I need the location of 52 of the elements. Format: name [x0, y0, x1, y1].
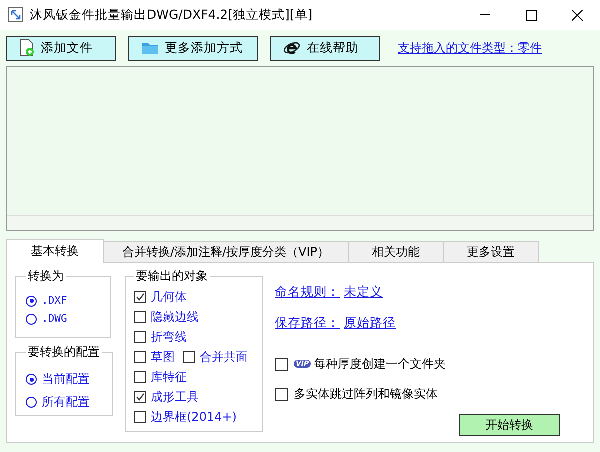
checkbox-label[interactable]: 库特征 [151, 368, 187, 386]
radio-label[interactable]: .DXF [42, 295, 68, 307]
checkbox[interactable] [134, 331, 146, 343]
minimize-icon[interactable] [480, 14, 490, 16]
checkbox-label[interactable]: 合并共面 [200, 348, 248, 366]
maximize-icon[interactable] [526, 10, 536, 20]
checkbox-label[interactable]: 每种厚度创建一个文件夹 [314, 356, 446, 372]
radio-button[interactable] [26, 374, 37, 385]
tab[interactable]: 基本转换 [6, 239, 104, 263]
tab[interactable]: 更多设置 [443, 241, 539, 262]
checkbox-label[interactable]: 几何体 [151, 288, 187, 306]
radio-label[interactable]: 所有配置 [42, 394, 90, 411]
tab[interactable]: 合并转换/添加注释/按厚度分类（VIP） [103, 241, 349, 262]
checkbox-label[interactable]: 多实体跳过阵列和镜像实体 [294, 386, 438, 402]
file-add-icon [19, 39, 35, 57]
save-path-value-link[interactable]: 原始路径 [344, 315, 396, 332]
naming-rule-link[interactable]: 命名规则： [275, 284, 340, 301]
checkbox-label[interactable]: 草图 [151, 348, 175, 366]
radio-button[interactable] [26, 397, 37, 408]
file-types-link[interactable]: 支持拖入的文件类型：零件 [398, 40, 542, 56]
app-icon [8, 7, 24, 23]
radio-label[interactable]: .DWG [42, 313, 68, 325]
radio-label[interactable]: 当前配置 [42, 371, 90, 388]
checkbox[interactable] [183, 351, 195, 363]
checkbox[interactable] [275, 358, 288, 370]
checkbox[interactable] [275, 388, 288, 400]
checkbox[interactable] [134, 291, 146, 303]
close-icon[interactable] [572, 10, 582, 20]
start-button[interactable]: 开始转换 [459, 414, 560, 436]
naming-rule-value-link[interactable]: 未定义 [344, 284, 383, 301]
checkbox-label[interactable]: 隐藏边线 [151, 308, 199, 326]
checkbox[interactable] [134, 411, 146, 423]
help-button[interactable]: 在线帮助 [270, 36, 380, 60]
checkbox[interactable] [134, 311, 146, 323]
group-title: 转换为 [27, 268, 65, 285]
checkbox[interactable] [134, 371, 146, 383]
add-button[interactable]: 添加文件 [6, 36, 116, 60]
checkbox-label[interactable]: 折弯线 [151, 328, 187, 346]
checkbox[interactable] [134, 351, 146, 363]
group-title: 要转换的配置 [27, 344, 101, 361]
radio-button[interactable] [26, 296, 37, 306]
checkbox-label[interactable]: 边界框(2014+) [151, 408, 237, 426]
checkbox[interactable] [134, 391, 146, 403]
window-title: 沐风钣金件批量输出DWG/DXF4.2[独立模式][单] [30, 6, 314, 24]
tab[interactable]: 相关功能 [348, 241, 444, 262]
folder-icon [141, 41, 159, 55]
checkbox-label[interactable]: 成形工具 [151, 388, 199, 406]
add-button[interactable]: 更多添加方式 [128, 36, 258, 60]
scrollbar[interactable] [7, 215, 593, 230]
radio-button[interactable] [26, 314, 37, 324]
group-title: 要输出的对象 [135, 268, 209, 285]
save-path-link[interactable]: 保存路径： [275, 315, 340, 332]
